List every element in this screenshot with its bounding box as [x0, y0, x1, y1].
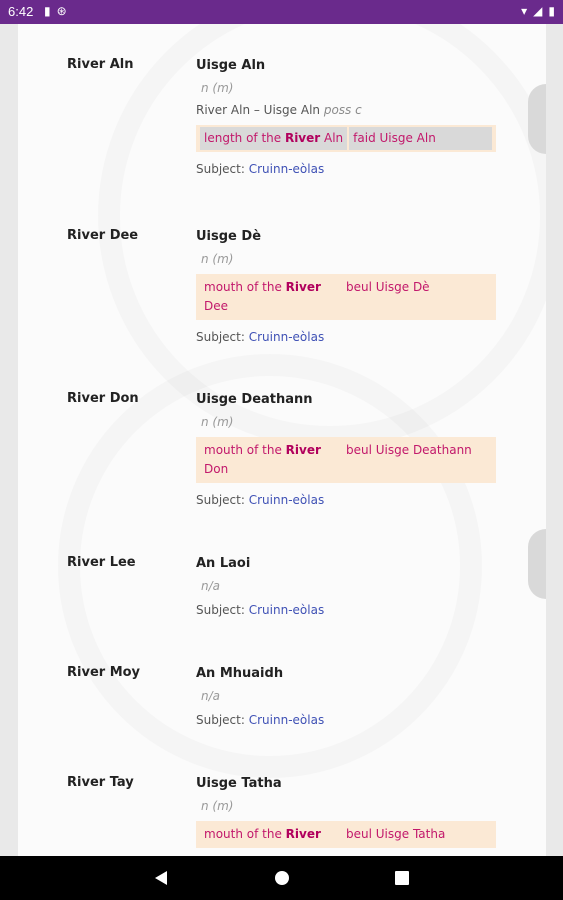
status-time: 6:42	[8, 4, 34, 19]
example-english: mouth of the River Don	[204, 441, 346, 479]
side-tab-decoration	[528, 529, 546, 599]
example-gaelic: faid Uisge Aln	[349, 127, 492, 150]
home-icon	[275, 871, 289, 885]
example-row[interactable]: mouth of the River beul Uisge Tatha	[196, 821, 496, 848]
subject-line: Subject: Cruinn-eòlas	[196, 713, 496, 727]
subject-link[interactable]: Cruinn-eòlas	[249, 162, 324, 176]
subject-label: Subject:	[196, 493, 245, 507]
example-english: mouth of the River	[204, 825, 346, 844]
subject-label: Subject:	[196, 162, 245, 176]
recents-icon	[395, 871, 409, 885]
grammar-info: n (m)	[201, 81, 234, 95]
home-button[interactable]	[262, 856, 302, 900]
grammar-info: n/a	[201, 579, 221, 593]
subject-link[interactable]: Cruinn-eòlas	[249, 330, 324, 344]
subject-label: Subject:	[196, 603, 245, 617]
example-en-post: Dee	[204, 299, 229, 313]
headword: River Moy	[67, 665, 141, 680]
status-bar: 6:42 ▮ ⊛ ▾ ◢ ▮	[0, 0, 563, 24]
grammar-info: n (m)	[201, 252, 234, 266]
example-english: mouth of the River Dee	[204, 278, 346, 316]
translation: Uisge Deathann	[196, 392, 313, 407]
side-tab-decoration	[528, 84, 546, 154]
subject-line: Subject: Cruinn-eòlas	[196, 603, 496, 617]
translation: Uisge Aln	[196, 58, 266, 73]
example-en-bold: River	[285, 443, 321, 457]
example-en-pre: mouth of the	[204, 827, 286, 841]
wifi-icon: ▾	[521, 4, 528, 18]
sd-card-icon: ▮	[44, 4, 51, 18]
headword: River Lee	[67, 555, 136, 570]
translation: Uisge Dè	[196, 229, 262, 244]
translation: Uisge Tatha	[196, 776, 282, 791]
example-en-bold: River	[285, 827, 321, 841]
headword: River Tay	[67, 775, 134, 790]
example-en-bold: River	[285, 280, 321, 294]
example-row[interactable]: mouth of the River Don beul Uisge Deatha…	[196, 437, 496, 483]
dictionary-results-list[interactable]: River Aln Uisge Aln n (m) River Aln – Ui…	[18, 24, 546, 856]
phrase-note: poss c	[323, 103, 362, 117]
grammar-info: n (m)	[201, 799, 234, 813]
phrase-text: River Aln – Uisge Aln	[196, 103, 321, 117]
example-row[interactable]: length of the River Aln faid Uisge Aln	[196, 125, 496, 152]
subject-label: Subject:	[196, 330, 245, 344]
battery-icon: ▮	[548, 4, 555, 18]
grammar-info: n (m)	[201, 415, 234, 429]
example-en-post: Don	[204, 462, 229, 476]
example-row[interactable]: mouth of the River Dee beul Uisge Dè	[196, 274, 496, 320]
example-en-pre: length of the	[204, 131, 285, 145]
example-en-pre: mouth of the	[204, 443, 286, 457]
subject-link[interactable]: Cruinn-eòlas	[249, 713, 324, 727]
navigation-bar	[0, 856, 563, 900]
signal-icon: ◢	[533, 4, 543, 18]
example-english: length of the River Aln	[200, 127, 348, 150]
headword: River Dee	[67, 228, 139, 243]
subject-link[interactable]: Cruinn-eòlas	[249, 493, 324, 507]
example-gaelic: beul Uisge Dè	[346, 280, 430, 294]
translation: An Mhuaidh	[196, 666, 284, 681]
subject-line: Subject: Cruinn-eòlas	[196, 330, 496, 344]
example-gaelic: beul Uisge Deathann	[346, 443, 472, 457]
sync-icon: ⊛	[56, 4, 67, 18]
translation: An Laoi	[196, 556, 251, 571]
example-en-bold: River	[284, 131, 321, 145]
headword: River Don	[67, 391, 139, 406]
subject-link[interactable]: Cruinn-eòlas	[249, 603, 324, 617]
example-en-post: Aln	[320, 131, 344, 145]
subject-line: Subject: Cruinn-eòlas	[196, 162, 496, 176]
back-icon	[155, 871, 167, 885]
recents-button[interactable]	[382, 856, 422, 900]
example-en-pre: mouth of the	[204, 280, 286, 294]
headword: River Aln	[67, 57, 134, 72]
back-button[interactable]	[141, 856, 181, 900]
example-gaelic: beul Uisge Tatha	[346, 827, 446, 841]
subject-label: Subject:	[196, 713, 245, 727]
subject-line: Subject: Cruinn-eòlas	[196, 493, 496, 507]
grammar-info: n/a	[201, 689, 221, 703]
phrase-line: River Aln – Uisge Aln poss c	[196, 103, 496, 117]
